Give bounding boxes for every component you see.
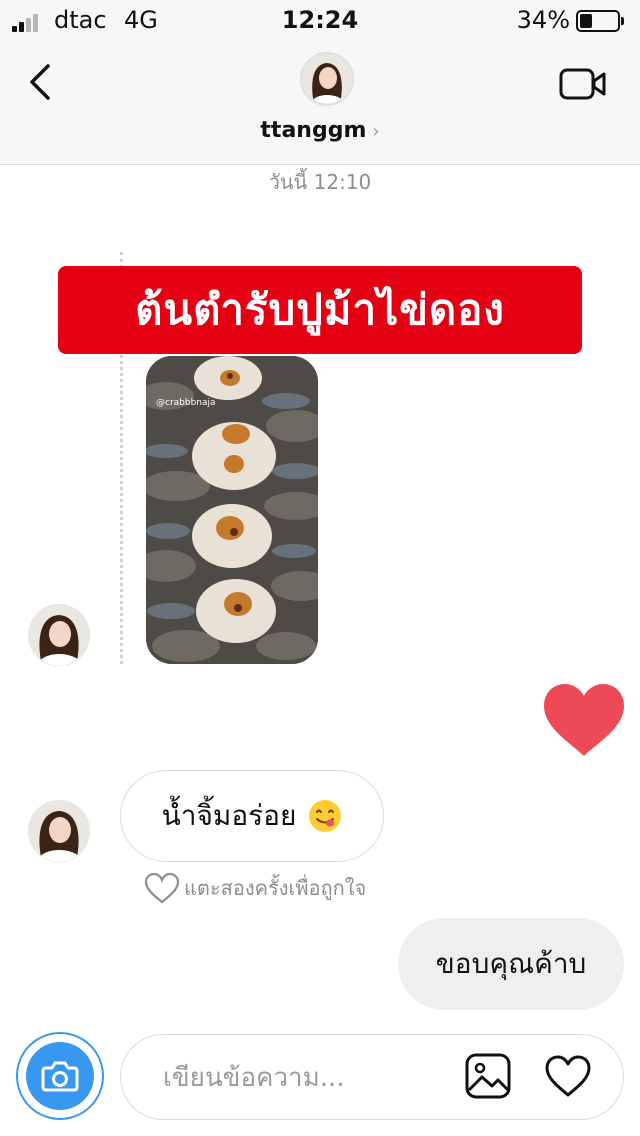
heart-icon[interactable] bbox=[544, 1054, 592, 1098]
gallery-icon[interactable] bbox=[464, 1052, 512, 1100]
chat-username[interactable]: ttanggm › bbox=[0, 118, 640, 143]
heart-message-icon[interactable] bbox=[542, 682, 626, 758]
header-avatar[interactable] bbox=[300, 52, 354, 106]
face-savoring-food-emoji-icon bbox=[309, 800, 342, 832]
sender-avatar[interactable] bbox=[28, 604, 90, 666]
camera-icon bbox=[41, 1061, 79, 1092]
incoming-message-text: น้ำจิ้มอร่อย bbox=[161, 799, 297, 832]
video-call-icon[interactable] bbox=[558, 64, 608, 104]
username-text: ttanggm bbox=[260, 118, 367, 143]
battery-percent: 34% bbox=[516, 6, 570, 34]
shared-post-banner: ต้นตำรับปูม้าไข่ดอง bbox=[58, 266, 582, 354]
incoming-message-bubble[interactable]: น้ำจิ้มอร่อย bbox=[120, 770, 384, 862]
heart-outline-icon bbox=[144, 872, 180, 904]
username-chevron: › bbox=[372, 121, 380, 142]
double-tap-like-hint: แตะสองครั้งเพื่อถูกใจ bbox=[144, 872, 366, 904]
like-hint-text: แตะสองครั้งเพื่อถูกใจ bbox=[184, 876, 367, 900]
outgoing-message-bubble[interactable]: ขอบคุณค้าบ bbox=[398, 918, 624, 1010]
outgoing-message-text: ขอบคุณค้าบ bbox=[435, 947, 587, 980]
message-input[interactable] bbox=[161, 1057, 445, 1099]
status-bar: dtac 4G 12:24 34% bbox=[0, 0, 640, 44]
sender-avatar[interactable] bbox=[28, 800, 90, 862]
camera-button[interactable] bbox=[16, 1032, 104, 1120]
back-arrow-icon[interactable] bbox=[22, 60, 62, 104]
message-timestamp: วันนี้ 12:10 bbox=[268, 170, 372, 194]
image-watermark-handle: @crabbbnaja bbox=[156, 398, 216, 408]
battery-icon bbox=[576, 10, 624, 32]
